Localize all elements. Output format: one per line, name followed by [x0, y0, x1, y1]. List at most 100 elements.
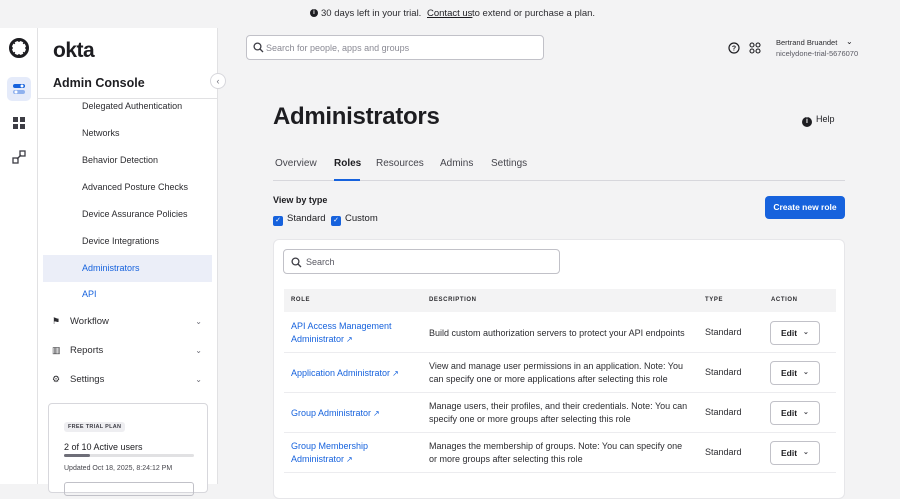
external-link-icon: ↗	[392, 369, 399, 378]
chevron-left-icon: ‹	[216, 76, 220, 86]
global-search-input[interactable]	[266, 40, 536, 56]
sidebar-item-device-integrations[interactable]: Device Integrations	[43, 228, 212, 255]
trial-banner: i 30 days left in your trial. Contact us…	[0, 0, 900, 28]
role-type: Standard	[705, 327, 742, 337]
tab-overview[interactable]: Overview	[275, 146, 317, 181]
edit-role-button[interactable]: Edit ⌄	[770, 441, 820, 465]
admin-console-rail-button[interactable]	[7, 77, 31, 101]
create-new-role-button[interactable]: Create new role	[765, 196, 845, 219]
help-button[interactable]: i Help	[802, 114, 835, 127]
edit-label: Edit	[781, 408, 798, 418]
chevron-down-icon: ⌄	[803, 329, 809, 336]
sidebar-group-reports[interactable]: ▥ Reports ⌄	[43, 337, 212, 364]
column-header-action: ACTION	[771, 297, 798, 303]
reports-icon: ▥	[52, 345, 61, 355]
user-name[interactable]: Bertrand Bruandet	[776, 38, 837, 47]
sidebar-item-api[interactable]: API	[43, 281, 212, 308]
role-link[interactable]: API Access Management Administrator ↗	[291, 320, 409, 346]
tab-resources[interactable]: Resources	[376, 146, 424, 181]
filter-label: Standard	[287, 213, 326, 224]
trial-plan-card: FREE TRIAL PLAN 2 of 10 Active users Upd…	[48, 403, 208, 496]
active-users-count: 2 of 10 Active users	[64, 442, 143, 452]
table-row: Group Administrator ↗ Manage users, their…	[284, 393, 836, 433]
sidebar-item-device-assurance-policies[interactable]: Device Assurance Policies	[43, 201, 212, 228]
page-title: Administrators	[273, 103, 440, 130]
active-users-progress	[64, 454, 194, 457]
admin-console-title: Admin Console	[53, 76, 145, 90]
collapse-sidebar-button[interactable]: ‹	[210, 73, 226, 89]
roles-panel: ROLE DESCRIPTION TYPE ACTION API Access …	[273, 239, 845, 499]
filter-standard-checkbox[interactable]: ✓ Standard	[273, 213, 326, 226]
help-circle-icon[interactable]: ?	[728, 42, 740, 54]
role-type: Standard	[705, 367, 742, 377]
svg-text:?: ?	[732, 46, 736, 53]
checkmark-icon: ✓	[331, 216, 341, 226]
trial-upgrade-button[interactable]	[64, 482, 194, 496]
sidebar-group-workflow[interactable]: ⚑ Workflow ⌄	[43, 308, 212, 335]
tab-admins[interactable]: Admins	[440, 146, 473, 181]
sidebar-group-label: Reports	[70, 345, 104, 356]
edit-role-button[interactable]: Edit ⌄	[770, 361, 820, 385]
chevron-down-icon: ⌄	[195, 317, 202, 326]
app-rail	[0, 28, 38, 484]
info-icon: i	[802, 117, 812, 127]
help-label: Help	[816, 114, 835, 124]
chevron-down-icon: ⌄	[803, 369, 809, 376]
trial-text: 30 days left in your trial.	[321, 8, 422, 19]
column-header-role: ROLE	[291, 297, 311, 303]
edit-label: Edit	[781, 368, 798, 378]
filter-label: Custom	[345, 213, 378, 224]
external-link-icon: ↗	[373, 409, 380, 418]
tab-settings[interactable]: Settings	[491, 146, 527, 181]
okta-mark-icon	[9, 38, 29, 58]
table-row: API Access Management Administrator ↗ Bui…	[284, 313, 836, 353]
app-switcher-icon[interactable]	[749, 42, 761, 54]
chevron-down-icon: ⌄	[803, 449, 809, 456]
role-link[interactable]: Group Membership Administrator ↗	[291, 440, 409, 466]
edit-role-button[interactable]: Edit ⌄	[770, 321, 820, 345]
table-row: Group Membership Administrator ↗ Manages …	[284, 433, 836, 473]
roles-search-input[interactable]	[306, 254, 546, 270]
table-row: Application Administrator ↗ View and mana…	[284, 353, 836, 393]
workflow-icon: ⚑	[52, 316, 61, 326]
edit-role-button[interactable]: Edit ⌄	[770, 401, 820, 425]
sidebar-item-delegated-authentication[interactable]: Delegated Authentication	[43, 93, 212, 120]
filter-custom-checkbox[interactable]: ✓ Custom	[331, 213, 378, 226]
role-description: Build custom authorization servers to pr…	[429, 328, 685, 338]
sidebar-group-settings[interactable]: ⚙ Settings ⌄	[43, 366, 212, 393]
okta-logo[interactable]: okta	[53, 39, 95, 63]
column-header-type: TYPE	[705, 297, 724, 303]
sidebar-item-behavior-detection[interactable]: Behavior Detection	[43, 147, 212, 174]
trial-updated-timestamp: Updated Oct 18, 2025, 8:24:12 PM	[64, 465, 173, 472]
sidebar-group-label: Settings	[70, 374, 105, 385]
edit-label: Edit	[781, 328, 798, 338]
role-link[interactable]: Application Administrator ↗	[291, 367, 409, 381]
column-header-description: DESCRIPTION	[429, 297, 477, 303]
user-org: nicelydone-trial-5676070	[776, 49, 859, 58]
apps-rail-button[interactable]	[7, 111, 31, 135]
tab-roles[interactable]: Roles	[334, 146, 361, 181]
sidebar-item-advanced-posture-checks[interactable]: Advanced Posture Checks	[43, 174, 212, 201]
grid-icon	[13, 117, 25, 129]
top-bar: ? Bertrand Bruandet nicelydone-trial-567…	[218, 28, 900, 68]
role-description: Manages the membership of groups. Note: …	[429, 441, 683, 464]
tab-bar: Overview Roles Resources Admins Settings	[273, 146, 845, 181]
role-name: API Access Management Administrator	[291, 321, 392, 344]
search-icon	[253, 42, 264, 53]
external-link-icon: ↗	[346, 454, 353, 464]
contact-us-link[interactable]: Contact us	[427, 8, 472, 19]
roles-search[interactable]	[283, 249, 560, 274]
integrations-rail-button[interactable]	[7, 145, 31, 169]
sidebar-item-networks[interactable]: Networks	[43, 120, 212, 147]
global-search[interactable]	[246, 35, 544, 60]
role-link[interactable]: Group Administrator ↗	[291, 407, 409, 421]
chevron-down-icon[interactable]: ⌄	[846, 37, 853, 46]
sidebar-item-administrators[interactable]: Administrators	[43, 255, 212, 282]
view-by-label: View by type	[273, 195, 328, 205]
role-type: Standard	[705, 447, 742, 457]
edit-label: Edit	[781, 448, 798, 458]
connect-icon	[12, 150, 26, 164]
role-name: Application Administrator	[291, 368, 391, 378]
role-type: Standard	[705, 407, 742, 417]
info-icon: i	[310, 9, 318, 17]
